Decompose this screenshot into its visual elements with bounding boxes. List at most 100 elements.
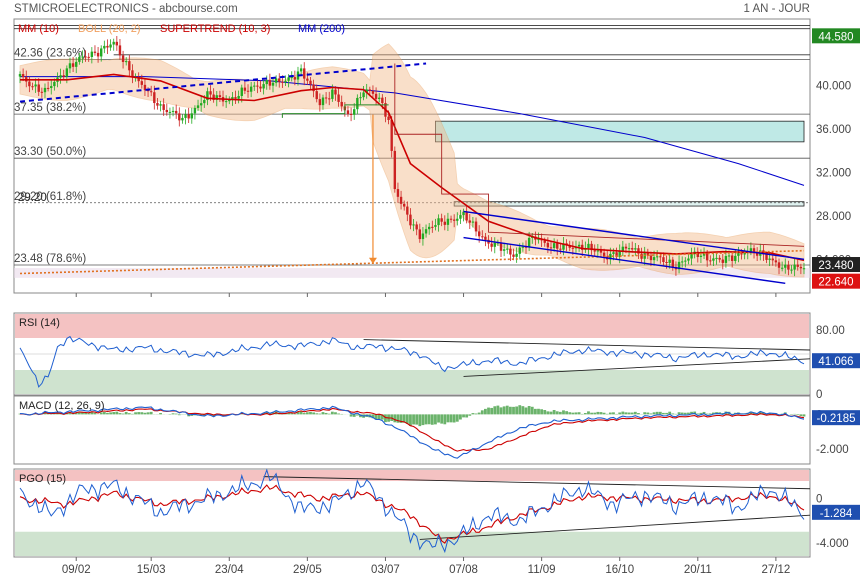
candle bbox=[509, 248, 512, 255]
candle bbox=[771, 258, 774, 261]
candle bbox=[290, 77, 293, 79]
candle bbox=[359, 97, 362, 99]
legend-mm10: MM (10) bbox=[18, 23, 59, 35]
macd-histogram-bar bbox=[587, 411, 590, 415]
candle bbox=[356, 97, 359, 110]
candle bbox=[53, 81, 56, 87]
candle bbox=[777, 262, 781, 268]
fib-label: 33.30 (50.0%) bbox=[14, 146, 86, 158]
period-label[interactable]: 1 AN - JOUR bbox=[744, 3, 810, 15]
candle bbox=[402, 203, 406, 207]
candle bbox=[734, 255, 737, 261]
macd-histogram-bar bbox=[143, 412, 147, 415]
macd-histogram-bar bbox=[115, 411, 119, 415]
candle bbox=[43, 87, 47, 93]
candle bbox=[321, 97, 325, 106]
macd-histogram-bar bbox=[499, 407, 503, 415]
candle bbox=[421, 233, 425, 240]
candle bbox=[190, 113, 193, 119]
candle bbox=[209, 91, 212, 95]
candle bbox=[512, 254, 515, 257]
pgo-y-tick-label: -4.000 bbox=[816, 538, 849, 550]
candle bbox=[571, 247, 575, 249]
macd-histogram-bar bbox=[121, 413, 125, 415]
candle bbox=[268, 80, 272, 86]
candle bbox=[149, 91, 153, 93]
x-tick-label: 09/02 bbox=[62, 564, 91, 576]
candle bbox=[621, 246, 625, 251]
macd-histogram-bar bbox=[608, 412, 612, 415]
candle bbox=[309, 80, 312, 85]
macd-histogram-bar bbox=[424, 414, 428, 425]
candle bbox=[262, 84, 265, 89]
macd-histogram-bar bbox=[521, 406, 525, 415]
candle bbox=[690, 254, 693, 259]
candle bbox=[46, 87, 50, 89]
macd-histogram-bar bbox=[505, 405, 509, 415]
candle bbox=[431, 226, 434, 228]
candle bbox=[153, 92, 156, 104]
candle bbox=[468, 220, 471, 223]
candle bbox=[718, 257, 721, 260]
candle bbox=[265, 80, 268, 85]
macd-histogram-bar bbox=[455, 414, 459, 422]
macd-histogram-bar bbox=[683, 412, 687, 415]
candle bbox=[324, 97, 328, 99]
macd-histogram-bar bbox=[446, 414, 450, 423]
candle bbox=[362, 92, 365, 98]
macd-histogram-bar bbox=[649, 413, 653, 415]
macd-histogram-bar bbox=[571, 412, 575, 415]
candle bbox=[440, 218, 443, 222]
candle bbox=[100, 48, 103, 57]
macd-histogram-bar bbox=[655, 411, 659, 415]
macd-histogram-bar bbox=[409, 414, 412, 426]
macd-histogram-bar bbox=[549, 411, 553, 415]
macd-histogram-bar bbox=[496, 405, 500, 415]
candle bbox=[246, 90, 250, 92]
candle bbox=[437, 218, 440, 226]
candle bbox=[109, 44, 112, 48]
candle bbox=[128, 61, 131, 71]
candle bbox=[737, 253, 740, 256]
candle bbox=[18, 74, 22, 77]
candle bbox=[75, 61, 78, 67]
low-price-badge: 22.640 bbox=[818, 277, 853, 289]
macd-histogram-bar bbox=[799, 414, 803, 416]
candle bbox=[40, 91, 44, 93]
macd-histogram-bar bbox=[643, 412, 647, 415]
candle bbox=[90, 51, 94, 58]
candle bbox=[799, 266, 803, 269]
x-tick-label: 15/03 bbox=[137, 564, 166, 576]
candle bbox=[303, 68, 306, 79]
candle bbox=[274, 78, 278, 83]
macd-histogram-bar bbox=[537, 408, 540, 415]
y-tick-label: 36.000 bbox=[816, 124, 851, 136]
macd-histogram-bar bbox=[646, 412, 650, 415]
macd-histogram-bar bbox=[299, 411, 303, 415]
candle bbox=[118, 45, 122, 56]
candle bbox=[727, 255, 731, 257]
candle bbox=[165, 109, 169, 113]
macd-histogram-bar bbox=[665, 412, 668, 415]
candle bbox=[634, 248, 637, 250]
macd-histogram-bar bbox=[315, 413, 319, 415]
candle bbox=[652, 257, 656, 261]
fib-label: 23.48 (78.6%) bbox=[14, 253, 86, 265]
candle bbox=[721, 259, 724, 263]
macd-histogram-bar bbox=[393, 414, 397, 423]
macd-histogram-bar bbox=[324, 412, 328, 415]
macd-histogram-bar bbox=[574, 412, 578, 415]
candle bbox=[259, 86, 262, 89]
candle bbox=[378, 97, 381, 99]
pgo-y-tick-label: 0 bbox=[816, 494, 822, 506]
candle bbox=[502, 249, 506, 251]
candle bbox=[740, 253, 743, 255]
candle bbox=[521, 246, 525, 248]
macd-histogram-bar bbox=[427, 414, 431, 425]
x-tick-label: 29/05 bbox=[293, 564, 322, 576]
macd-histogram-bar bbox=[696, 413, 700, 415]
candle bbox=[218, 95, 222, 98]
macd-histogram-bar bbox=[546, 411, 550, 415]
rsi-overbought-zone bbox=[15, 314, 809, 338]
candle bbox=[203, 100, 206, 104]
